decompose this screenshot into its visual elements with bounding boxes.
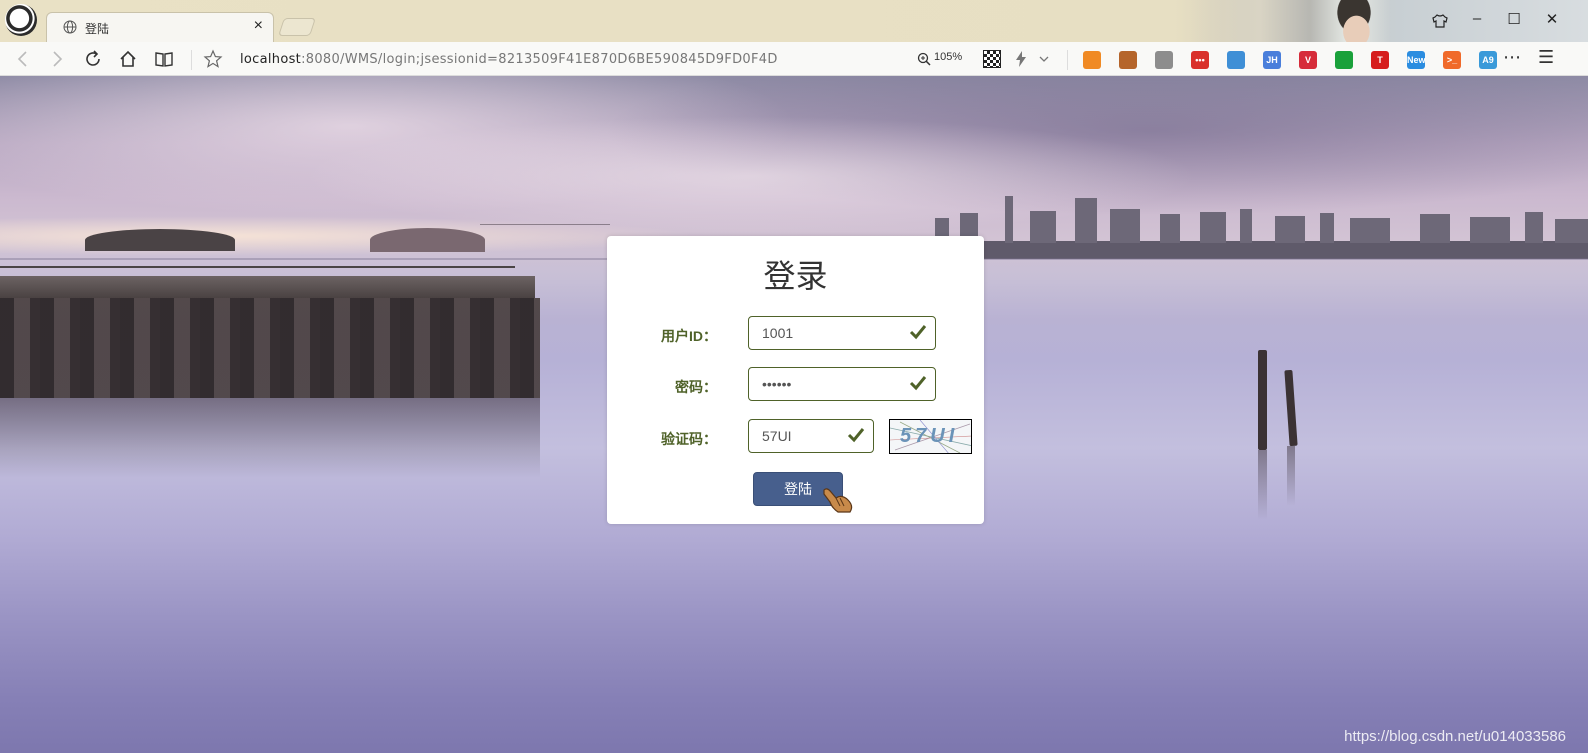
new-tab-button[interactable] (278, 18, 316, 36)
star-icon[interactable] (203, 49, 223, 69)
pier-pilings (0, 298, 540, 398)
tab-title: 登陆 (85, 22, 110, 36)
game-extension-icon[interactable] (1083, 51, 1101, 69)
user-id-field[interactable] (748, 316, 936, 350)
city-skyline (920, 241, 1588, 259)
shield-extension-icon[interactable]: A9 (1479, 51, 1497, 69)
url-host: localhost (240, 52, 302, 67)
captcha-field[interactable] (748, 419, 874, 453)
toolbar-divider (191, 50, 192, 70)
t-extension-icon[interactable]: T (1371, 51, 1389, 69)
post-reflection (1258, 450, 1267, 520)
island (85, 229, 235, 251)
building (1110, 209, 1140, 243)
user-id-label: 用户ID： (661, 328, 717, 344)
reader-icon[interactable] (154, 49, 174, 69)
maximize-button[interactable]: ☐ (1503, 10, 1525, 28)
dots-extension-icon[interactable]: ••• (1191, 51, 1209, 69)
check-icon (847, 428, 865, 443)
building (1320, 213, 1334, 243)
minimize-button[interactable]: – (1466, 10, 1488, 27)
password-input[interactable] (762, 368, 902, 400)
qr-code-icon[interactable] (983, 50, 1001, 68)
captcha-label: 验证码： (661, 431, 717, 447)
zoom-icon[interactable] (917, 52, 931, 66)
skin-icon[interactable] (1432, 13, 1448, 29)
watermark-text: https://blog.csdn.net/u014033586 (1344, 728, 1566, 745)
theme-avatar-image (1330, 0, 1378, 42)
zoom-level[interactable]: 105% (934, 51, 962, 63)
login-title: 登录 (763, 257, 828, 295)
check-icon (909, 325, 927, 340)
island (370, 228, 485, 252)
hamburger-menu-icon[interactable]: ☰ (1538, 47, 1554, 68)
captcha-text: 57UI (900, 425, 959, 447)
building (1200, 212, 1226, 243)
building (1160, 214, 1180, 243)
toolbar-divider (1067, 50, 1068, 70)
globe-icon (63, 20, 77, 34)
forward-icon[interactable] (47, 49, 67, 69)
globe-extension-icon[interactable] (1227, 51, 1245, 69)
building (1525, 212, 1543, 243)
terminal-extension-icon[interactable]: >_ (1443, 51, 1461, 69)
captcha-image[interactable]: 57UI (889, 419, 972, 454)
home-icon[interactable] (118, 49, 138, 69)
building (1240, 209, 1252, 243)
url-path: :8080/WMS/login;jsessionid=8213509F41E87… (301, 52, 778, 67)
tab-close-icon[interactable]: × (254, 17, 263, 35)
pier-reflection (0, 398, 540, 478)
browser-tab[interactable]: 登陆 × (46, 12, 274, 42)
monkey-extension-icon[interactable] (1119, 51, 1137, 69)
password-field[interactable] (748, 367, 936, 401)
browser-logo-icon[interactable] (5, 4, 37, 36)
browser-tab-bar: 登陆 × – ☐ ✕ (0, 0, 1588, 42)
bridge (480, 224, 610, 255)
water-post (1258, 350, 1267, 450)
reload-icon[interactable] (83, 49, 103, 69)
building (1420, 214, 1450, 243)
building (1555, 219, 1588, 243)
jh-extension-icon[interactable]: JH (1263, 51, 1281, 69)
address-bar[interactable]: localhost:8080/WMS/login;jsessionid=8213… (240, 52, 778, 67)
captcha-input[interactable] (762, 420, 840, 452)
password-label: 密码： (675, 379, 717, 395)
green-square-extension-icon[interactable] (1335, 51, 1353, 69)
new-extension-icon[interactable]: New (1407, 51, 1426, 69)
user-id-input[interactable] (762, 317, 902, 349)
building (1470, 217, 1510, 243)
check-icon (909, 376, 927, 391)
building (1030, 211, 1056, 243)
water-post (1284, 369, 1298, 447)
building (1075, 198, 1097, 243)
vivaldi-extension-icon[interactable]: V (1299, 51, 1317, 69)
gear-extension-icon[interactable] (1155, 51, 1173, 69)
hand-cursor-icon (823, 488, 853, 513)
post-reflection (1287, 446, 1295, 506)
browser-toolbar: localhost:8080/WMS/login;jsessionid=8213… (0, 42, 1588, 76)
more-menu-icon[interactable]: ⋯ (1503, 47, 1521, 68)
chevron-down-icon[interactable] (1038, 54, 1050, 64)
building (1275, 216, 1305, 243)
back-icon[interactable] (13, 49, 33, 69)
building (1350, 218, 1390, 243)
login-card: 登录 用户ID： 密码： 验证码： 57UI 登陆 (607, 236, 984, 524)
pier-deck (0, 276, 535, 298)
lightning-icon[interactable] (1015, 51, 1027, 67)
close-window-button[interactable]: ✕ (1541, 10, 1563, 28)
building (1005, 196, 1013, 243)
